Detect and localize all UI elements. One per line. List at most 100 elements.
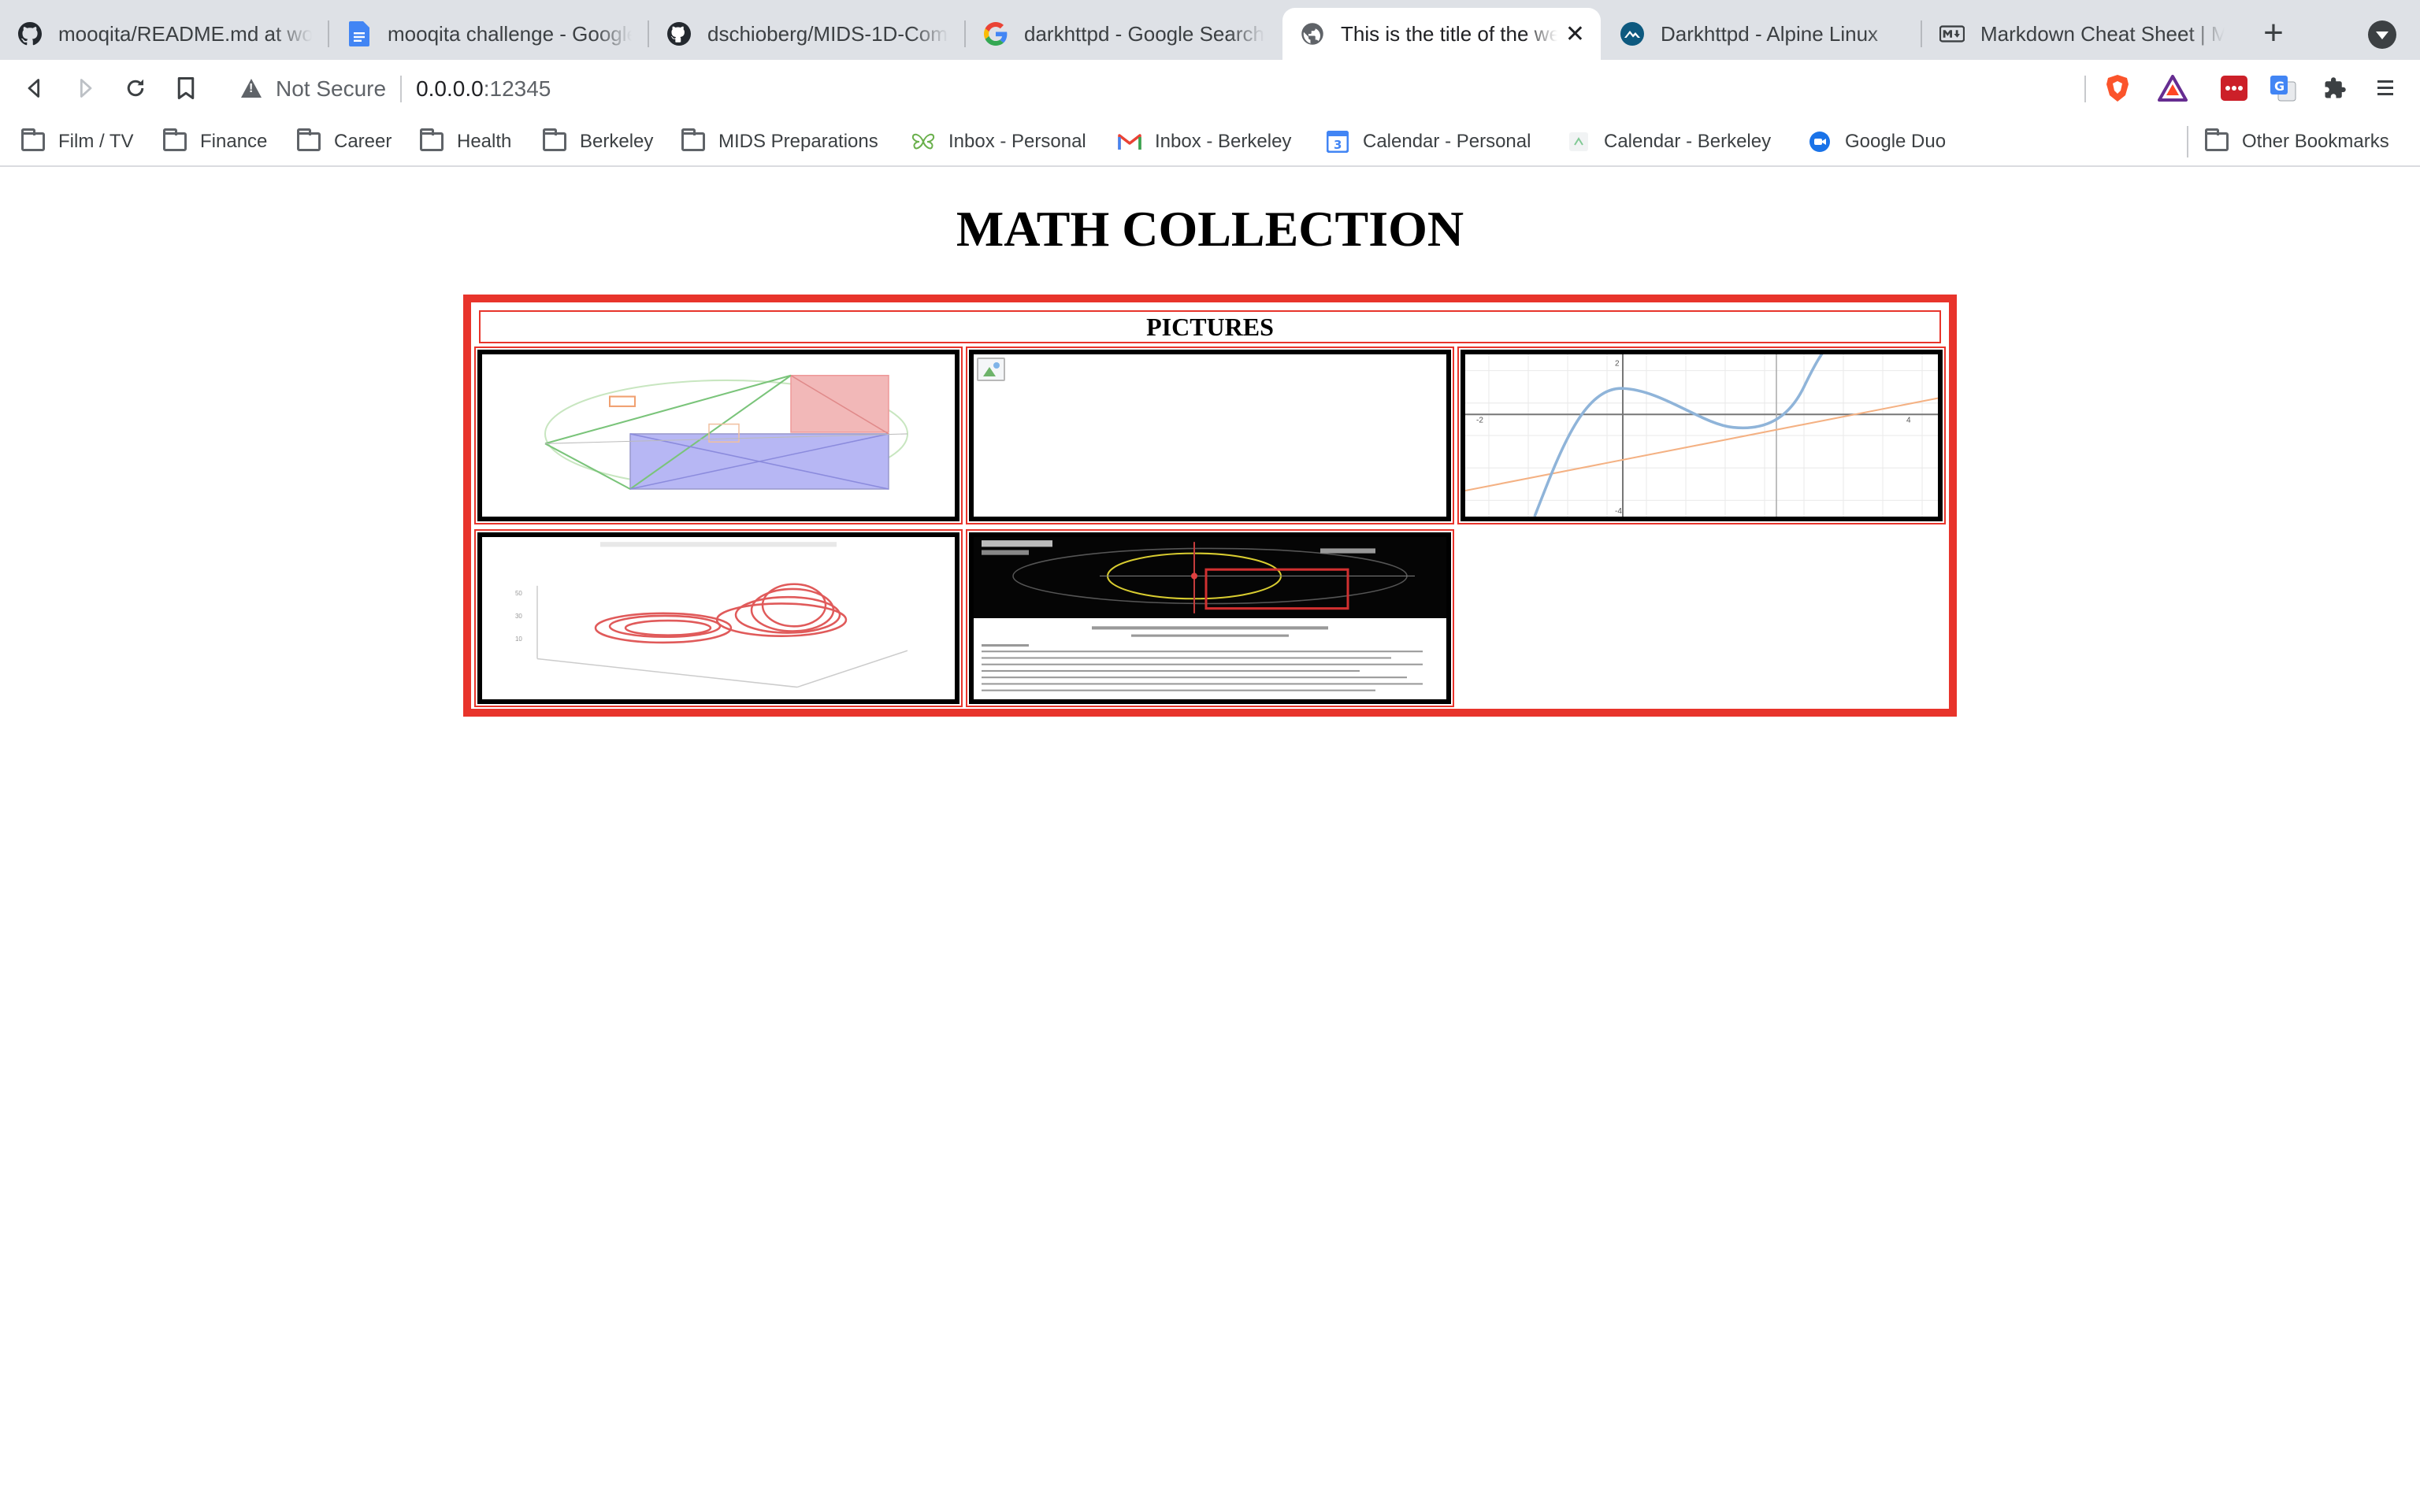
pictures-table: PICTURES 2 -2 4 -4 50 30 10: [463, 295, 1957, 717]
forward-button[interactable]: [68, 71, 102, 106]
table-cell: 2 -2 4 -4: [1457, 346, 1946, 524]
calendar-icon: [1566, 131, 1591, 153]
brave-shields-icon[interactable]: [2102, 72, 2133, 104]
geometry-diagram-image: [477, 350, 959, 521]
google-translate-icon[interactable]: G: [2267, 72, 2299, 104]
bookmarks-separator: [2187, 126, 2188, 158]
bookmark-film-tv[interactable]: Film / TV: [20, 124, 134, 159]
table-cell: [966, 346, 1454, 524]
folder-icon: [681, 128, 706, 153]
folder-icon: [542, 128, 567, 153]
lastpass-icon[interactable]: [2218, 72, 2250, 104]
brave-rewards-icon[interactable]: [2157, 72, 2188, 104]
bookmark-label: Health: [457, 131, 512, 152]
table-cell: [966, 529, 1454, 707]
address-bar[interactable]: Not Secure 0.0.0.0:12345: [221, 66, 2198, 112]
folder-icon: [296, 128, 321, 153]
bookmark-career[interactable]: Career: [296, 124, 392, 159]
gmail-icon: [1117, 131, 1142, 153]
svg-text:30: 30: [515, 613, 522, 620]
page-viewport: MATH COLLECTION PICTURES 2 -2 4 -4 50 30…: [0, 169, 2420, 1512]
astronomy-diagram: [974, 537, 1446, 691]
bookmark-label: Google Duo: [1845, 131, 1947, 152]
bookmark-inbox-personal[interactable]: Inbox - Personal: [911, 124, 1086, 159]
back-button[interactable]: [17, 71, 52, 106]
folder-icon: [162, 128, 187, 153]
github-icon: [666, 21, 692, 46]
url-host: 0.0.0.0: [416, 76, 484, 101]
bookmark-label: Calendar - Personal: [1363, 131, 1531, 152]
tab-github-mids[interactable]: dschioberg/MIDS-1D-Compu: [649, 8, 964, 60]
table-cell: 50 30 10: [474, 529, 963, 707]
reload-button[interactable]: [118, 71, 153, 106]
tab-title: Darkhttpd - Alpine Linux: [1661, 21, 1879, 46]
google-icon: [983, 21, 1008, 46]
extensions-puzzle-icon[interactable]: [2319, 72, 2351, 104]
google-duo-icon: [1807, 131, 1832, 153]
broken-image-icon: [977, 358, 1005, 381]
bookmark-label: MIDS Preparations: [718, 131, 878, 152]
tab-strip: mooqita/README.md at work mooqita challe…: [0, 0, 2420, 60]
astronomy-diagram-image: [969, 532, 1451, 704]
bookmark-finance[interactable]: Finance: [162, 124, 267, 159]
folder-icon: [20, 128, 46, 153]
new-tab-button[interactable]: +: [2253, 14, 2294, 55]
svg-text:-2: -2: [1476, 416, 1483, 424]
tab-title: dschioberg/MIDS-1D-Compu: [707, 21, 948, 46]
tab-active-page[interactable]: This is the title of the web ✕: [1282, 8, 1601, 60]
globe-icon: [1300, 21, 1325, 46]
bookmark-berkeley[interactable]: Berkeley: [542, 124, 653, 159]
table-caption: PICTURES: [479, 310, 1941, 343]
table-cell: [474, 346, 963, 524]
toolbar-divider: [2084, 76, 2086, 102]
svg-text:3: 3: [1334, 138, 1342, 152]
tab-mooqita-challenge[interactable]: mooqita challenge - Google D: [329, 8, 648, 60]
svg-text:50: 50: [515, 590, 522, 597]
url-port: :12345: [483, 76, 551, 101]
bookmark-mids-preparations[interactable]: MIDS Preparations: [681, 124, 878, 159]
forward-arrow-icon: [80, 79, 92, 98]
bookmark-page-button[interactable]: [169, 71, 203, 106]
svg-text:-4: -4: [1615, 507, 1622, 516]
geometry-diagram: [544, 374, 908, 490]
tab-search-icon[interactable]: [2368, 20, 2396, 49]
google-docs-icon: [347, 21, 372, 46]
browser-toolbar: Not Secure 0.0.0.0:12345 G: [0, 60, 2420, 117]
svg-text:G: G: [2274, 79, 2285, 94]
tab-google-search[interactable]: darkhttpd - Google Search: [966, 8, 1281, 60]
close-tab-icon[interactable]: ✕: [1565, 20, 1585, 48]
reload-icon: [127, 79, 144, 97]
broken-image-placeholder: [969, 350, 1451, 521]
lorenz-attractor-image: 50 30 10: [477, 532, 959, 704]
address-divider: [400, 76, 403, 102]
butterfly-mail-icon: [911, 131, 936, 153]
cubic-function-graph-image: 2 -2 4 -4: [1461, 350, 1943, 521]
back-arrow-icon: [28, 79, 40, 98]
tab-title: mooqita challenge - Google D: [388, 21, 632, 46]
bookmark-label: Other Bookmarks: [2242, 131, 2389, 152]
google-calendar-icon: 3: [1325, 131, 1350, 153]
tab-title: This is the title of the web: [1341, 21, 1557, 46]
bookmark-health[interactable]: Health: [419, 124, 511, 159]
bookmark-google-duo[interactable]: Google Duo: [1807, 124, 1946, 159]
folder-icon: [2204, 128, 2229, 153]
bookmark-inbox-berkeley[interactable]: Inbox - Berkeley: [1117, 124, 1291, 159]
bookmark-label: Inbox - Berkeley: [1155, 131, 1292, 152]
bookmark-icon: [177, 77, 195, 99]
tab-title: darkhttpd - Google Search: [1024, 21, 1264, 46]
bookmark-calendar-personal[interactable]: 3 Calendar - Personal: [1325, 124, 1531, 159]
tab-alpine-linux[interactable]: Darkhttpd - Alpine Linux: [1602, 8, 1921, 60]
bookmarks-bar: Film / TV Finance Career Health Berkeley…: [0, 117, 2420, 167]
tab-github-readme[interactable]: mooqita/README.md at work: [0, 8, 328, 60]
tab-markdown-cheatsheet[interactable]: Markdown Cheat Sheet | Mar: [1922, 8, 2240, 60]
browser-menu-icon[interactable]: [2370, 72, 2401, 104]
markdown-icon: [1939, 21, 1965, 46]
bookmark-calendar-berkeley[interactable]: Calendar - Berkeley: [1566, 124, 1771, 159]
bookmark-other-bookmarks[interactable]: Other Bookmarks: [2204, 124, 2389, 159]
folder-icon: [419, 128, 444, 153]
security-status[interactable]: Not Secure: [276, 76, 386, 102]
bookmark-label: Berkeley: [580, 131, 654, 152]
tab-title: Markdown Cheat Sheet | Mar: [1980, 21, 2225, 46]
svg-text:4: 4: [1906, 416, 1911, 424]
svg-text:2: 2: [1615, 359, 1620, 368]
